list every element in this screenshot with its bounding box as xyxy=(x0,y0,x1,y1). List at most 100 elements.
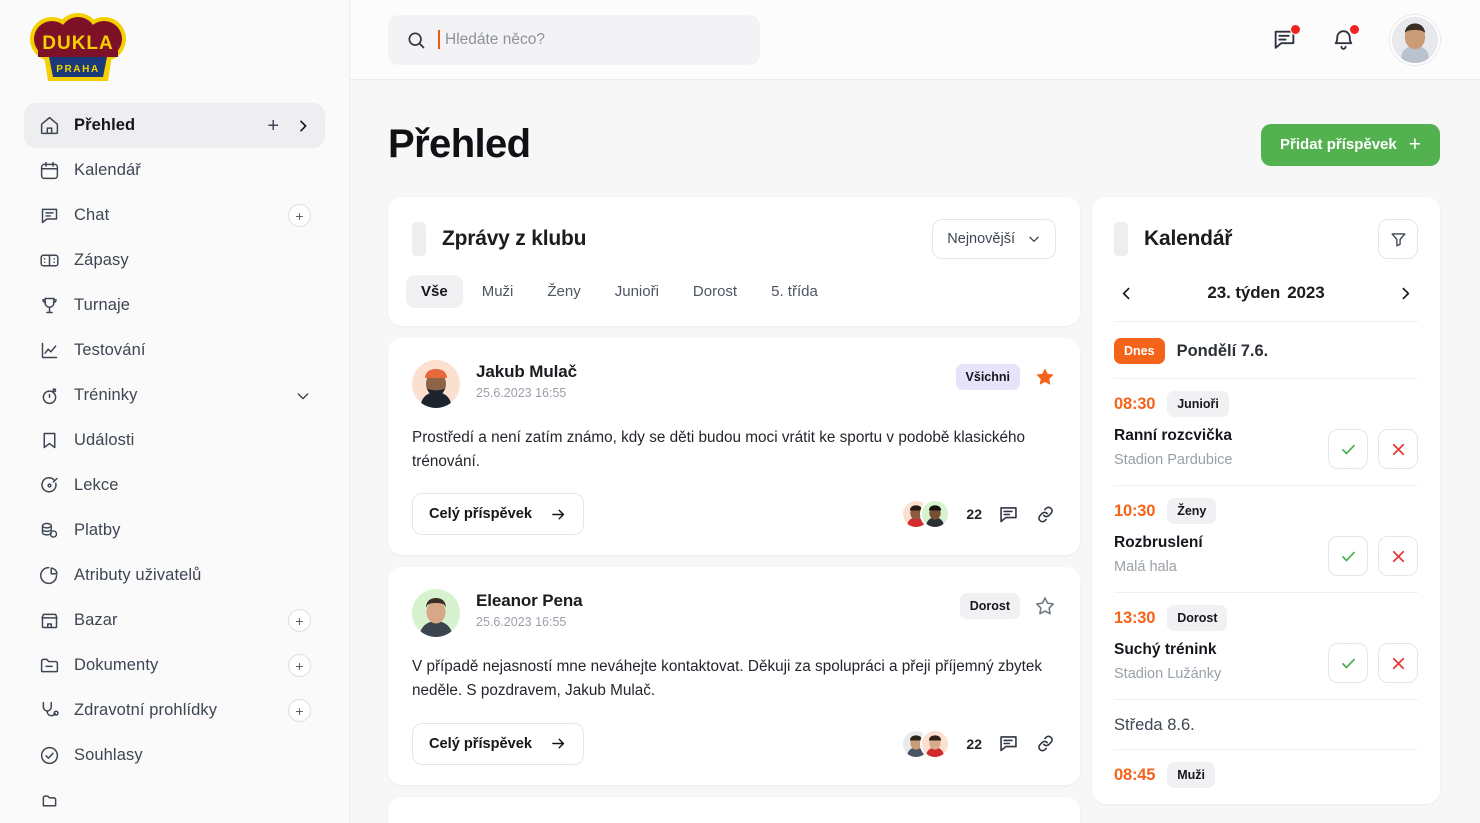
messages-icon[interactable] xyxy=(1272,24,1301,52)
chevron-right-icon[interactable] xyxy=(295,118,311,134)
filter-icon[interactable] xyxy=(1378,219,1418,259)
sidebar: DUKLA PRAHA Přehled + Kalendář Chat + Zá… xyxy=(0,0,350,823)
comment-icon[interactable] xyxy=(998,504,1019,525)
sidebar-item-prehled[interactable]: Přehled + xyxy=(24,103,325,148)
decline-button[interactable] xyxy=(1378,536,1418,576)
sort-select[interactable]: Nejnovější xyxy=(932,219,1056,259)
post-text: V případě nejasností mne neváhejte konta… xyxy=(412,658,1043,700)
sidebar-item-label: Turnaje xyxy=(74,296,131,314)
tab-5-trida[interactable]: 5. třída xyxy=(756,275,833,308)
event-actions xyxy=(1328,534,1418,576)
full-post-button[interactable]: Celý příspěvek xyxy=(412,493,585,536)
sidebar-item-label: Souhlasy xyxy=(74,746,143,764)
sidebar-item-testovani[interactable]: Testování xyxy=(24,328,325,373)
accept-button[interactable] xyxy=(1328,536,1368,576)
sidebar-item-udalosti[interactable]: Události xyxy=(24,418,325,463)
decline-button[interactable] xyxy=(1378,429,1418,469)
star-filled-icon[interactable] xyxy=(1034,366,1056,388)
bell-icon[interactable] xyxy=(1331,24,1360,52)
sidebar-item-label: Události xyxy=(74,431,135,449)
tab-dorost[interactable]: Dorost xyxy=(678,275,752,308)
sidebar-item-label: Lekce xyxy=(74,476,119,494)
week-navigator: 23. týden 2023 xyxy=(1114,283,1418,322)
event-info: Ranní rozcvička Stadion Pardubice xyxy=(1114,427,1233,468)
brand-logo[interactable]: DUKLA PRAHA xyxy=(0,0,349,103)
full-post-button[interactable]: Celý příspěvek xyxy=(412,722,585,765)
sidebar-item-dokumenty[interactable]: Dokumenty + xyxy=(24,643,325,688)
event-time: 13:30 xyxy=(1114,608,1156,627)
search-field-content: Hledáte něco? xyxy=(438,30,545,49)
chat-icon xyxy=(38,205,60,227)
add-icon[interactable]: + xyxy=(288,654,311,677)
sidebar-item-chat[interactable]: Chat + xyxy=(24,193,325,238)
sidebar-item-turnaje[interactable]: Turnaje xyxy=(24,283,325,328)
home-icon xyxy=(38,115,60,137)
sidebar-item-platby[interactable]: Platby xyxy=(24,508,325,553)
sidebar-item-kalendar[interactable]: Kalendář xyxy=(24,148,325,193)
tab-juniori[interactable]: Junioři xyxy=(600,275,674,308)
sidebar-item-treninky[interactable]: Tréninky xyxy=(24,373,325,418)
reaction-avatars[interactable] xyxy=(901,499,951,530)
post-card-partial xyxy=(388,796,1080,823)
event-actions xyxy=(1328,427,1418,469)
post-meta: Jakub Mulač 25.6.2023 16:55 xyxy=(476,360,577,400)
tab-vse[interactable]: Vše xyxy=(406,275,463,308)
calendar-event[interactable]: 13:30 Dorost Suchý trénink Stadion Lužán… xyxy=(1114,592,1418,699)
chevron-left-icon[interactable] xyxy=(1114,285,1139,302)
link-icon[interactable] xyxy=(1035,504,1056,525)
text-cursor xyxy=(438,30,440,49)
sidebar-item-zdravotni-prohlidky[interactable]: Zdravotní prohlídky + xyxy=(24,688,325,733)
star-outline-icon[interactable] xyxy=(1034,595,1056,617)
accept-button[interactable] xyxy=(1328,643,1368,683)
avatar[interactable] xyxy=(1390,14,1440,65)
add-post-button[interactable]: Přidat příspěvek + xyxy=(1261,123,1440,166)
bookmark-icon xyxy=(38,430,60,452)
add-icon[interactable]: + xyxy=(288,609,311,632)
news-title-row: Zprávy z klubu Nejnovější xyxy=(412,219,1056,259)
event-time: 10:30 xyxy=(1114,501,1156,520)
sidebar-item-bazar[interactable]: Bazar + xyxy=(24,598,325,643)
calendar-event[interactable]: 10:30 Ženy Rozbruslení Malá hala xyxy=(1114,485,1418,592)
search-input[interactable]: Hledáte něco? xyxy=(388,14,760,65)
tab-muzi[interactable]: Muži xyxy=(467,275,529,308)
sidebar-item-zapasy[interactable]: Zápasy xyxy=(24,238,325,283)
sidebar-item-souhlasy[interactable]: Souhlasy xyxy=(24,733,325,778)
calendar-event[interactable]: 08:30 Junioři Ranní rozcvička Stadion Pa… xyxy=(1114,378,1418,485)
event-info: Rozbruslení Malá hala xyxy=(1114,534,1203,575)
sidebar-item-truncated[interactable] xyxy=(24,778,325,823)
calendar-event[interactable]: 08:45 Muži xyxy=(1114,749,1418,804)
comment-icon[interactable] xyxy=(998,733,1019,754)
avatar-image xyxy=(412,360,460,408)
add-icon[interactable]: + xyxy=(267,116,279,136)
event-actions xyxy=(1328,641,1418,683)
news-header: Zprávy z klubu Nejnovější Vše Muži Ženy xyxy=(388,197,1080,326)
reaction-avatars[interactable] xyxy=(901,728,951,759)
calendar-day-header: Dnes Pondělí 7.6. xyxy=(1114,322,1418,378)
chevron-down-icon[interactable] xyxy=(295,388,311,404)
event-time: 08:45 xyxy=(1114,765,1156,784)
sidebar-item-label: Zdravotní prohlídky xyxy=(74,701,218,719)
news-column: Zprávy z klubu Nejnovější Vše Muži Ženy xyxy=(388,197,1080,823)
post-meta: Eleanor Pena 25.6.2023 16:55 xyxy=(476,589,583,629)
sidebar-item-atributy-uzivatelu[interactable]: Atributy uživatelů xyxy=(24,553,325,598)
post-date: 25.6.2023 16:55 xyxy=(476,615,567,630)
add-icon[interactable]: + xyxy=(288,204,311,227)
calendar-day-header: Středa 8.6. xyxy=(1114,700,1418,749)
arrow-right-icon xyxy=(552,509,565,520)
link-icon[interactable] xyxy=(1035,733,1056,754)
post-audience-chip: Všichni xyxy=(955,364,1020,390)
topbar-actions xyxy=(1272,14,1440,65)
post-footer: Celý příspěvek 22 xyxy=(412,722,1056,765)
decline-button[interactable] xyxy=(1378,643,1418,683)
event-name: Rozbruslení xyxy=(1114,534,1203,551)
chevron-right-icon[interactable] xyxy=(1393,285,1418,302)
post-stats: 22 xyxy=(901,728,1056,759)
accept-button[interactable] xyxy=(1328,429,1368,469)
sidebar-item-lekce[interactable]: Lekce xyxy=(24,463,325,508)
avatar[interactable] xyxy=(412,589,460,638)
tab-zeny[interactable]: Ženy xyxy=(532,275,595,308)
avatar[interactable] xyxy=(412,360,460,408)
calendar-card: Kalendář 23. týden 2023 Dnes Pondělí 7.6… xyxy=(1092,197,1440,804)
week-number: 23. týden xyxy=(1207,283,1281,302)
add-icon[interactable]: + xyxy=(288,699,311,722)
